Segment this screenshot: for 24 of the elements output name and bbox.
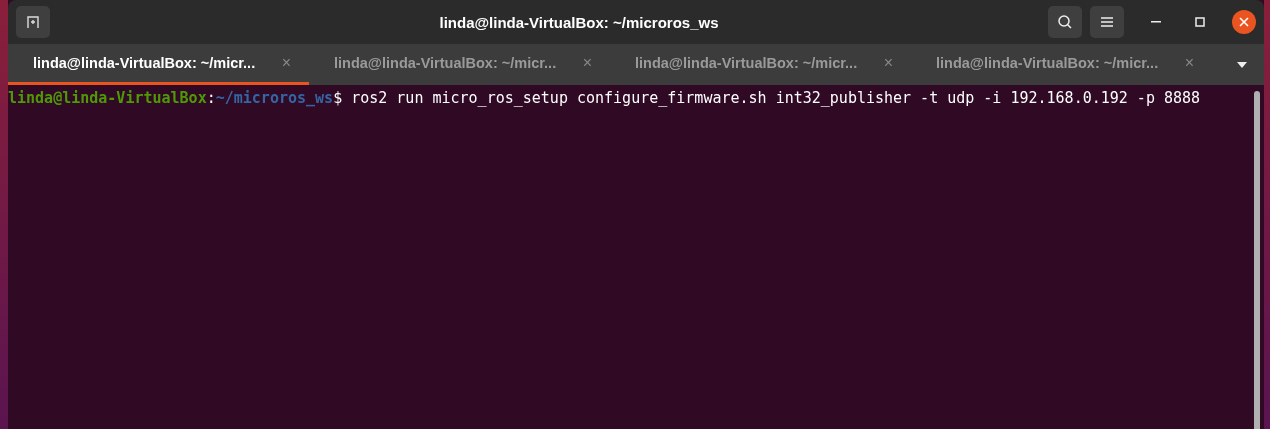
tab[interactable]: linda@linda-VirtualBox: ~/micr... × [610, 44, 911, 85]
prompt-user-host: linda@linda-VirtualBox [8, 89, 207, 107]
new-tab-button[interactable] [16, 6, 50, 38]
scrollbar-thumb[interactable] [1254, 91, 1260, 429]
maximize-icon [1195, 17, 1205, 27]
prompt-separator: : [206, 89, 216, 107]
menu-button[interactable] [1090, 6, 1124, 38]
menu-icon [1100, 16, 1114, 28]
tab-close-button[interactable]: × [277, 54, 295, 72]
tab-close-button[interactable]: × [1180, 54, 1198, 72]
search-button[interactable] [1048, 6, 1082, 38]
caret-icon [1237, 61, 1247, 68]
tab[interactable]: linda@linda-VirtualBox: ~/micr... × [911, 44, 1212, 85]
tab-close-button[interactable]: × [578, 54, 596, 72]
window-title: linda@linda-VirtualBox: ~/microros_ws [438, 13, 720, 31]
minimize-icon [1151, 21, 1161, 23]
new-tab-icon [25, 14, 41, 30]
close-button[interactable] [1232, 10, 1256, 34]
prompt-path: ~/microros_ws [215, 89, 334, 107]
command-text: $ ros2 run micro_ros_setup configure_firmware.sh int32_publisher -t udp -i 192.168.0.192 -p 8888 [333, 89, 1201, 107]
tab-close-button[interactable]: × [879, 54, 897, 72]
close-icon [1239, 17, 1249, 27]
tab[interactable]: linda@linda-VirtualBox: ~/micr... × [309, 44, 610, 85]
search-icon [1057, 14, 1073, 30]
